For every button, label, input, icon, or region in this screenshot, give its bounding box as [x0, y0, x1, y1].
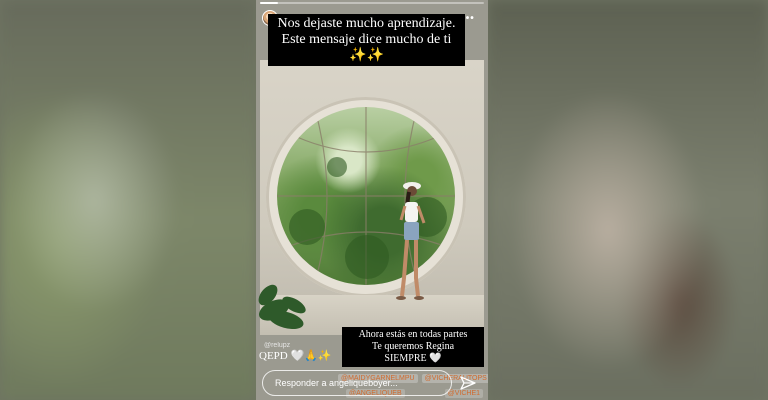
- reply-placeholder: Responder a angeliqueboyer...: [275, 378, 398, 388]
- blurred-background-left: [0, 0, 256, 400]
- story-photo: [258, 60, 484, 335]
- blurred-background-right: [488, 0, 768, 400]
- story-viewer[interactable]: angeliqueboyer 5 h •••: [256, 0, 488, 400]
- story-progress-bar: [260, 2, 484, 4]
- woman-figure: [396, 182, 426, 300]
- qepd-text: QEPD 🤍🙏✨: [259, 350, 332, 362]
- caption-line: SIEMPRE 🤍: [384, 353, 442, 364]
- caption-line: Te queremos Regina: [371, 341, 455, 352]
- send-icon[interactable]: [460, 375, 476, 391]
- story-caption-top: Nos dejaste mucho aprendizaje. Este mens…: [268, 14, 465, 66]
- story-caption-bottom: Ahora estás en todas partes Te queremos …: [342, 327, 484, 367]
- reply-input[interactable]: Responder a angeliqueboyer...: [262, 370, 452, 396]
- plant: [258, 284, 306, 330]
- caption-line: Ahora estás en todas partes: [358, 329, 468, 340]
- mention-relupz[interactable]: @relupz: [264, 342, 290, 349]
